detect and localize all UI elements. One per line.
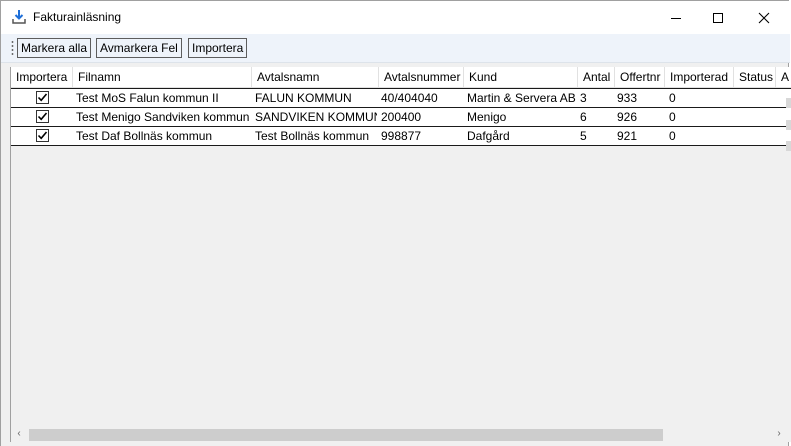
filnamn-cell: Test Menigo Sandviken kommun: [76, 110, 250, 124]
download-icon: [11, 9, 27, 25]
avtalsnamn-cell: FALUN KOMMUN: [255, 91, 352, 105]
offertnr-cell: 926: [617, 110, 638, 124]
minimize-button[interactable]: [653, 1, 699, 34]
column-header-filnamn[interactable]: Filnamn: [73, 67, 252, 88]
toolbar-grip-icon[interactable]: [11, 40, 14, 56]
background-window-fragment: [786, 98, 791, 108]
antal-cell: 5: [580, 129, 587, 143]
avtalsnummer-cell: 40/404040: [381, 91, 438, 105]
importerad-cell: 0: [669, 91, 676, 105]
column-header-importerad[interactable]: Importerad: [665, 67, 734, 88]
importera-checkbox[interactable]: [36, 91, 49, 104]
kund-cell: Dafgård: [467, 129, 510, 143]
column-header-kund[interactable]: Kund: [464, 67, 578, 88]
column-header-offertnr[interactable]: Offertnr: [615, 67, 665, 88]
offertnr-cell: 933: [617, 91, 638, 105]
offertnr-cell: 921: [617, 129, 638, 143]
importerad-cell: 0: [669, 129, 676, 143]
background-window-fragment: [786, 141, 791, 151]
column-header-a[interactable]: A: [776, 67, 791, 88]
horizontal-scrollbar[interactable]: ‹ ›: [11, 425, 787, 443]
deselect-errors-button[interactable]: Avmarkera Fel: [96, 38, 182, 58]
filnamn-cell: Test MoS Falun kommun II: [76, 91, 219, 105]
column-header-antal[interactable]: Antal: [578, 67, 615, 88]
importera-checkbox[interactable]: [36, 129, 49, 142]
checkmark-icon: [37, 112, 48, 121]
minimize-icon: [671, 17, 681, 19]
scroll-left-icon[interactable]: ‹: [13, 428, 25, 440]
column-header-status[interactable]: Status: [734, 67, 776, 88]
table-row[interactable]: Test MoS Falun kommun II FALUN KOMMUN 40…: [11, 88, 791, 107]
antal-cell: 3: [580, 91, 587, 105]
column-header-importera[interactable]: Importera: [11, 67, 73, 88]
avtalsnamn-cell: Test Bollnäs kommun: [255, 129, 370, 143]
title-bar[interactable]: Fakturainläsning: [1, 1, 790, 34]
status-cell: [737, 108, 775, 126]
column-header-avtalsnummer[interactable]: Avtalsnummer: [379, 67, 464, 88]
importera-checkbox[interactable]: [36, 110, 49, 123]
invoice-grid[interactable]: Importera Filnamn Avtalsnamn Avtalsnumme…: [10, 67, 791, 442]
filnamn-cell: Test Daf Bollnäs kommun: [76, 129, 213, 143]
close-button[interactable]: [741, 1, 787, 34]
toolbar: Markera alla Avmarkera Fel Importera: [1, 34, 790, 92]
avtalsnummer-cell: 200400: [381, 110, 422, 124]
scrollbar-thumb[interactable]: [29, 429, 663, 441]
close-icon: [758, 12, 770, 23]
table-row[interactable]: Test Menigo Sandviken kommun SANDVIKEN K…: [11, 107, 791, 126]
select-all-button[interactable]: Markera alla: [17, 38, 92, 58]
avtalsnamn-cell: SANDVIKEN KOMMUN: [255, 110, 377, 124]
column-header-avtalsnamn[interactable]: Avtalsnamn: [252, 67, 379, 88]
avtalsnummer-cell: 998877: [381, 129, 422, 143]
table-row[interactable]: Test Daf Bollnäs kommun Test Bollnäs kom…: [11, 126, 791, 146]
importerad-cell: 0: [669, 110, 676, 124]
window: Fakturainläsning Markera alla Avmarkera …: [0, 0, 791, 446]
background-window-fragment: [786, 120, 791, 130]
kund-cell: Martin & Servera AB: [467, 91, 576, 105]
window-title: Fakturainläsning: [33, 10, 122, 24]
maximize-icon: [713, 12, 723, 23]
status-cell: [737, 127, 775, 145]
import-button[interactable]: Importera: [188, 38, 248, 58]
status-cell: [737, 89, 775, 107]
checkmark-icon: [37, 131, 48, 140]
scroll-right-icon[interactable]: ›: [773, 428, 785, 440]
kund-cell: Menigo: [467, 110, 507, 124]
maximize-button[interactable]: [695, 1, 741, 34]
checkmark-icon: [37, 93, 48, 102]
antal-cell: 6: [580, 110, 587, 124]
